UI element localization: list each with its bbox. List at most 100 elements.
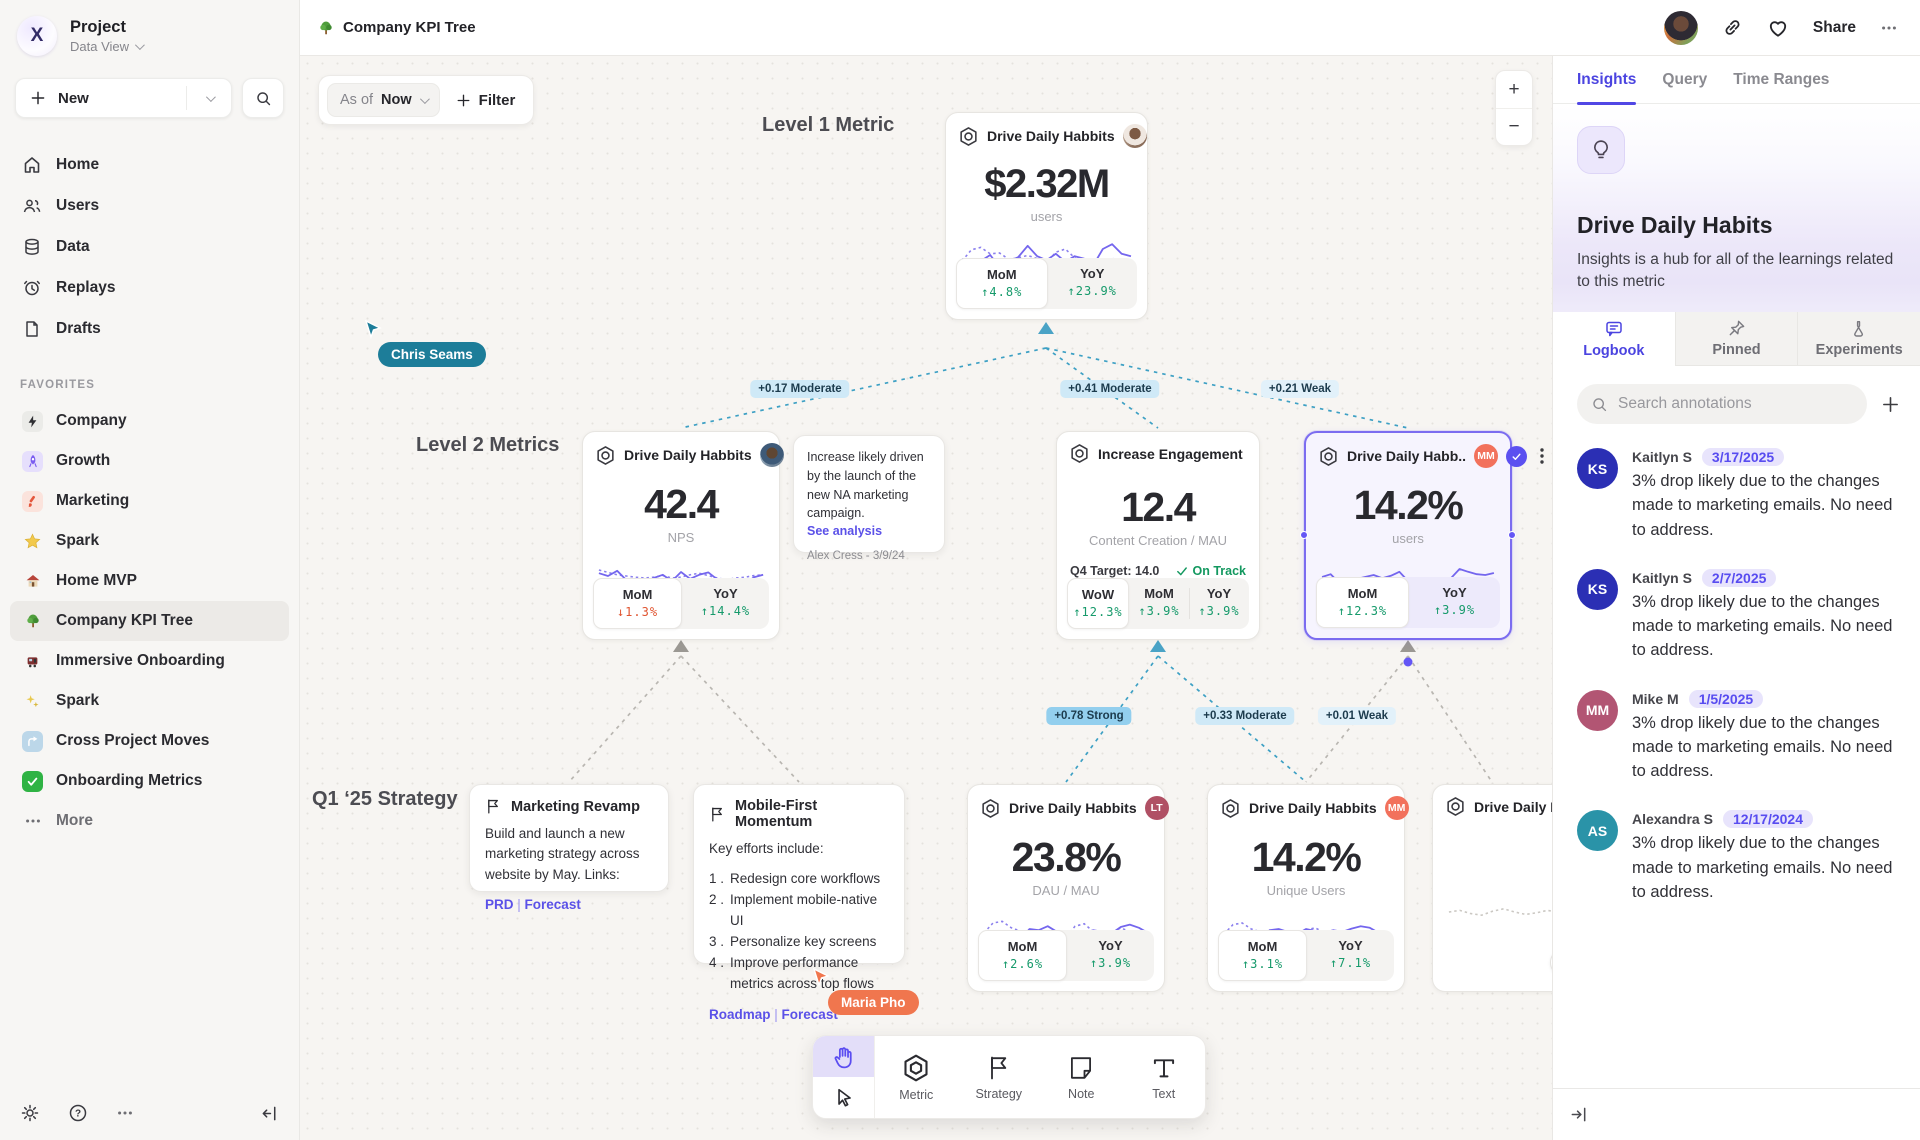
see-analysis-link[interactable]: See analysis [807, 524, 931, 538]
filter-button[interactable]: Filter [456, 92, 516, 109]
stat-yoy[interactable]: YoY↑3.9% [1189, 578, 1249, 629]
annotation-item[interactable]: AS Alexandra S12/17/2024 3% drop likely … [1577, 810, 1896, 904]
stat-yoy[interactable]: YoY↑7.1% [1307, 930, 1394, 981]
sidebar-item-home[interactable]: Home [10, 144, 289, 185]
card-menu-button[interactable] [1535, 448, 1549, 464]
metric-card-partial[interactable]: Drive Daily Habbits + Connect [1432, 784, 1552, 992]
as-of-selector[interactable]: As of Now [327, 83, 440, 117]
favorite-immersive-onboarding[interactable]: Immersive Onboarding [10, 641, 289, 681]
metric-card-increase-engagement[interactable]: Increase Engagement 12.4 Content Creatio… [1056, 431, 1260, 640]
annotation-item[interactable]: KS Kaitlyn S3/17/2025 3% drop likely due… [1577, 448, 1896, 542]
owner-badge: MM [1474, 444, 1498, 468]
collapse-sidebar-button[interactable] [260, 1104, 279, 1123]
zoom-out-button[interactable]: − [1496, 108, 1532, 145]
text-tool-button[interactable]: Text [1123, 1036, 1206, 1118]
collaborator-name: Maria Pho [828, 990, 919, 1015]
stat-mom[interactable]: MoM↑2.6% [978, 930, 1067, 981]
stat-yoy[interactable]: YoY↑3.9% [1067, 930, 1154, 981]
favorite-home-mvp[interactable]: Home MVP [10, 561, 289, 601]
metric-card-dau-mau[interactable]: Drive Daily Habbits LT 23.8% DAU / MAU M… [967, 784, 1165, 992]
favorite-cross-project-moves[interactable]: Cross Project Moves [10, 721, 289, 761]
overflow-menu-button[interactable] [1880, 19, 1898, 37]
favorite-onboarding-metrics[interactable]: Onboarding Metrics [10, 761, 289, 801]
metric-card-drive-daily-habbits-selected[interactable]: Drive Daily Habb.. MM 14.2% users MoM↑12… [1304, 431, 1512, 640]
sidebar-item-drafts[interactable]: Drafts [10, 308, 289, 349]
annotation-item[interactable]: MM Mike M1/5/2025 3% drop likely due to … [1577, 690, 1896, 784]
sidebar-overflow-button[interactable] [116, 1104, 134, 1122]
favorite-growth[interactable]: Growth [10, 441, 289, 481]
settings-button[interactable] [20, 1103, 40, 1123]
nav-label: Users [56, 197, 99, 215]
tab-insights[interactable]: Insights [1577, 56, 1636, 104]
favorite-spark[interactable]: Spark [10, 521, 289, 561]
stat-yoy[interactable]: YoY↑23.9% [1048, 258, 1138, 309]
search-button[interactable] [242, 78, 284, 118]
search-icon [1591, 396, 1608, 413]
metric-card-drive-daily-habbits-nps[interactable]: Drive Daily Habbits 42.4 NPS MoM↓1.3% Yo… [582, 431, 780, 640]
ellipsis-icon [22, 811, 43, 832]
target-label: Q4 Target: 14.0 [1070, 564, 1159, 578]
canvas-toolbar: Metric Strategy Note Text [812, 1035, 1206, 1119]
new-dropdown-chevron[interactable] [187, 95, 231, 102]
note-tool-button[interactable]: Note [1040, 1036, 1123, 1118]
share-button[interactable]: Share [1813, 19, 1856, 37]
metric-card-drive-daily-habbits-l1[interactable]: Drive Daily Habbits $2.32M users MoM↑4.8… [945, 112, 1148, 320]
favorite-button[interactable] [1767, 17, 1789, 39]
kpi-tree-canvas[interactable]: As of Now Filter + − Level 1 Metric Leve… [300, 56, 1552, 1140]
favorite-marketing[interactable]: Marketing [10, 481, 289, 521]
stat-yoy[interactable]: YoY↑14.4% [682, 578, 769, 629]
forecast-link[interactable]: Forecast [525, 897, 581, 912]
hand-tool-button[interactable] [813, 1036, 874, 1077]
sparkline-chart [1445, 887, 1552, 937]
sidebar-item-replays[interactable]: Replays [10, 267, 289, 308]
sidebar: X Project Data View New Home Users Data … [0, 0, 300, 1140]
stat-mom[interactable]: MoM↑4.8% [956, 258, 1048, 309]
collapse-panel-button[interactable] [1569, 1105, 1588, 1124]
sidebar-item-users[interactable]: Users [10, 185, 289, 226]
prd-link[interactable]: PRD [485, 897, 514, 912]
metric-tool-button[interactable]: Metric [875, 1036, 958, 1118]
strategy-note-marketing-revamp[interactable]: Marketing Revamp Build and launch a new … [469, 784, 669, 892]
favorite-spark-2[interactable]: Spark [10, 681, 289, 721]
stat-mom[interactable]: MoM↑12.3% [1316, 577, 1409, 628]
page-title: Company KPI Tree [318, 19, 476, 36]
add-annotation-button[interactable] [1881, 395, 1900, 414]
tab-query[interactable]: Query [1662, 56, 1707, 104]
stat-mom[interactable]: MoM↑3.9% [1129, 578, 1189, 629]
stat-wow[interactable]: WoW↑12.3% [1067, 578, 1129, 629]
edge-weight-chip: +0.21 Weak [1261, 380, 1339, 398]
search-annotations-input[interactable] [1618, 395, 1853, 413]
selection-handle[interactable] [1508, 531, 1516, 539]
strategy-tool-button[interactable]: Strategy [958, 1036, 1041, 1118]
favorite-company[interactable]: Company [10, 401, 289, 441]
selection-handle[interactable] [1300, 531, 1308, 539]
favorite-company-kpi-tree[interactable]: Company KPI Tree [10, 601, 289, 641]
help-button[interactable]: ? [68, 1103, 88, 1123]
select-tool-button[interactable] [813, 1077, 874, 1118]
sidebar-item-data[interactable]: Data [10, 226, 289, 267]
new-button[interactable]: New [15, 78, 232, 118]
annotation-item[interactable]: KS Kaitlyn S2/7/2025 3% drop likely due … [1577, 569, 1896, 663]
copy-link-button[interactable] [1722, 17, 1743, 38]
note-title: Mobile-First Momentum [735, 798, 889, 830]
metric-card-unique-users[interactable]: Drive Daily Habbits MM 14.2% Unique User… [1207, 784, 1405, 992]
tab-logbook[interactable]: Logbook [1553, 312, 1675, 366]
project-view-selector[interactable]: Data View [70, 39, 142, 54]
stat-mom[interactable]: MoM↓1.3% [593, 578, 682, 629]
project-switcher[interactable]: X Project Data View [0, 0, 299, 56]
card-title: Drive Daily Habbits [1249, 800, 1377, 816]
annotation-search[interactable] [1577, 384, 1867, 424]
connect-button[interactable]: + Connect [1550, 948, 1552, 977]
tab-time-ranges[interactable]: Time Ranges [1733, 56, 1829, 104]
annotation-note[interactable]: Increase likely driven by the launch of … [793, 435, 945, 553]
bolt-icon [22, 411, 43, 432]
zoom-in-button[interactable]: + [1496, 71, 1532, 108]
tab-pinned[interactable]: Pinned [1675, 312, 1798, 366]
sidebar-more-button[interactable]: More [10, 801, 289, 841]
stat-yoy[interactable]: YoY↑3.9% [1409, 577, 1500, 628]
tab-experiments[interactable]: Experiments [1797, 312, 1920, 366]
user-avatar[interactable] [1664, 11, 1698, 45]
stat-mom[interactable]: MoM↑3.1% [1218, 930, 1307, 981]
strategy-note-mobile-first[interactable]: Mobile-First Momentum Key efforts includ… [693, 784, 905, 964]
roadmap-link[interactable]: Roadmap [709, 1007, 771, 1022]
